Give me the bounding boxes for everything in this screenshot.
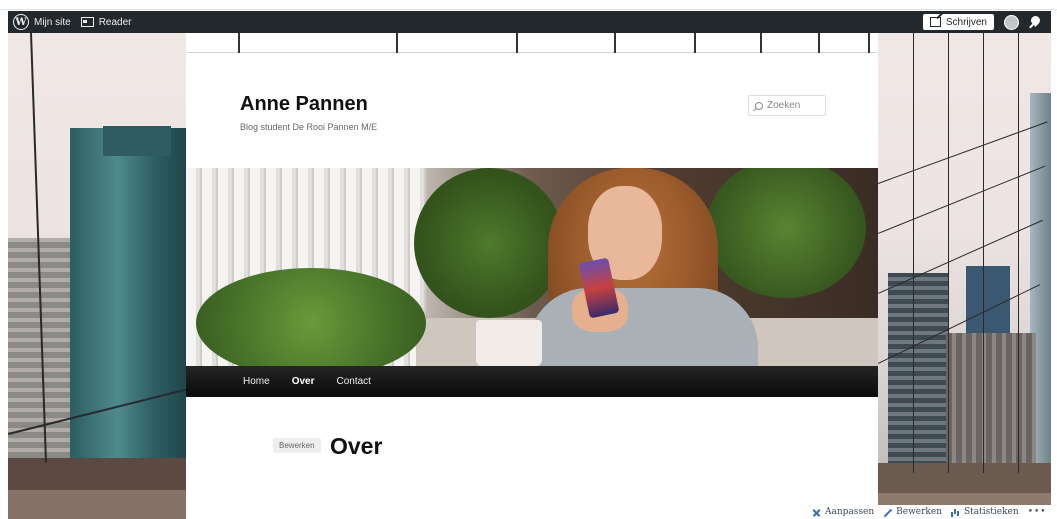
background-building-right: [946, 333, 1036, 483]
site-title[interactable]: Anne Pannen: [240, 93, 368, 116]
header-tree: [706, 168, 866, 298]
background-building-right: [888, 273, 948, 493]
notifications-icon[interactable]: [1029, 15, 1043, 29]
page-action-bar: Aanpassen Bewerken Statistieken •••: [804, 505, 1051, 519]
search-icon: [755, 101, 763, 110]
customize-label: Aanpassen: [825, 507, 875, 517]
background-glass-tower: [70, 128, 188, 478]
bar-chart-icon: [951, 508, 960, 517]
header-image[interactable]: [186, 168, 878, 366]
nav-item-contact[interactable]: Contact: [336, 376, 370, 387]
edit-label: Bewerken: [896, 507, 943, 517]
header-cup: [476, 320, 542, 366]
my-site-label: Mijn site: [34, 16, 71, 28]
search-input[interactable]: Zoeken: [748, 95, 826, 116]
reader-menu[interactable]: Reader: [76, 11, 137, 33]
wordpress-logo-icon: W: [13, 14, 29, 30]
write-label: Schrijven: [945, 16, 987, 28]
page-title: Over: [330, 433, 383, 459]
pencil-icon: [883, 508, 892, 517]
site-description: Blog student De Rooi Pannen M/E: [240, 122, 378, 132]
nav-item-over[interactable]: Over: [292, 376, 315, 387]
my-site-menu[interactable]: W Mijn site: [8, 11, 76, 33]
reader-icon: [80, 17, 94, 27]
header-person-body: [528, 288, 758, 366]
edit-button[interactable]: Bewerken: [883, 507, 942, 517]
nav-item-home[interactable]: Home: [243, 376, 270, 387]
avatar[interactable]: [1004, 14, 1019, 30]
wrench-icon: [812, 508, 821, 517]
bridge-cable: [913, 33, 914, 473]
customize-button[interactable]: Aanpassen: [812, 507, 874, 517]
admin-bar: W Mijn site Reader Schrijven: [8, 11, 1051, 33]
bridge-rail-right: [878, 463, 1051, 493]
background-glass-tower-top: [103, 126, 171, 156]
bridge-cable: [948, 33, 949, 473]
edit-page-button[interactable]: Bewerken: [273, 438, 321, 453]
header-tree: [414, 168, 564, 318]
browser-top-strip: [0, 0, 1057, 10]
bridge-cable: [983, 33, 984, 473]
bridge-deck-left: [8, 490, 188, 519]
write-icon: [929, 17, 941, 27]
bridge-cable: [1018, 33, 1019, 473]
write-button[interactable]: Schrijven: [922, 14, 994, 30]
reader-label: Reader: [98, 16, 132, 28]
bridge-rail-left: [8, 458, 188, 490]
bridge-cable: [878, 165, 1046, 234]
more-actions-button[interactable]: •••: [1028, 507, 1047, 517]
stats-button[interactable]: Statistieken: [951, 507, 1019, 517]
search-placeholder: Zoeken: [767, 100, 801, 111]
stats-label: Statistieken: [964, 507, 1019, 517]
main-navigation: Home Over Contact: [186, 366, 878, 397]
content-top-decoration: [186, 33, 878, 53]
